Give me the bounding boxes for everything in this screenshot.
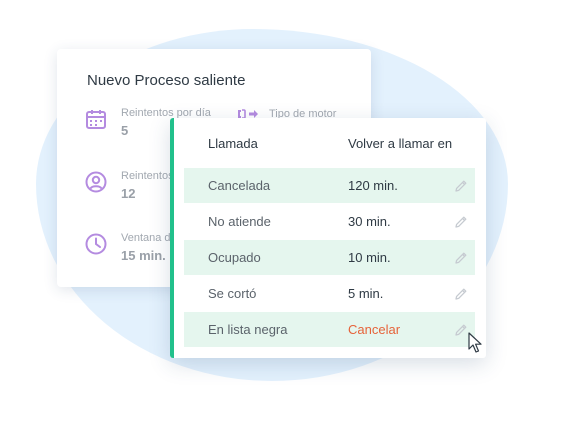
- pencil-icon[interactable]: [454, 251, 468, 265]
- row-call: Ocupado: [208, 250, 261, 265]
- row-retry: 10 min.: [348, 250, 391, 265]
- accent-bar: [170, 118, 174, 358]
- row-retry-cancel: Cancelar: [348, 322, 401, 337]
- param-window: Ventana d 15 min.: [85, 232, 171, 263]
- row-call: En lista negra: [208, 322, 288, 337]
- header-call: Llamada: [208, 136, 258, 151]
- mouse-cursor-icon: [468, 332, 482, 353]
- table-row: Cancelada 120 min.: [184, 168, 475, 203]
- table-row: En lista negra Cancelar: [184, 312, 475, 347]
- calendar-icon: [86, 110, 106, 129]
- table-row: No atiende 30 min.: [184, 204, 475, 239]
- callback-rules-card: Llamada Volver a llamar en Cancelada 120…: [170, 118, 486, 358]
- param-label: Ventana d: [121, 232, 171, 244]
- param-retries: Reintentos 12: [85, 170, 174, 201]
- pencil-icon[interactable]: [454, 179, 468, 193]
- row-call: No atiende: [208, 214, 271, 229]
- row-retry: 120 min.: [348, 178, 398, 193]
- pencil-icon[interactable]: [454, 215, 468, 229]
- param-value: 15 min.: [121, 248, 166, 263]
- pencil-icon[interactable]: [454, 323, 468, 337]
- table-row: Se cortó 5 min.: [184, 276, 475, 311]
- header-retry: Volver a llamar en: [348, 136, 453, 151]
- param-value: 12: [121, 186, 136, 201]
- clock-icon: [85, 233, 107, 255]
- row-call: Cancelada: [208, 178, 271, 193]
- stage: Nuevo Proceso saliente Reintentos por dí…: [0, 0, 578, 426]
- param-label: Reintentos: [121, 170, 174, 182]
- row-retry: 30 min.: [348, 214, 391, 229]
- row-call: Se cortó: [208, 286, 257, 301]
- row-retry: 5 min.: [348, 286, 384, 301]
- process-title: Nuevo Proceso saliente: [87, 72, 246, 89]
- table-row: Ocupado 10 min.: [184, 240, 475, 275]
- user-circle-icon: [85, 171, 107, 193]
- pencil-icon[interactable]: [454, 287, 468, 301]
